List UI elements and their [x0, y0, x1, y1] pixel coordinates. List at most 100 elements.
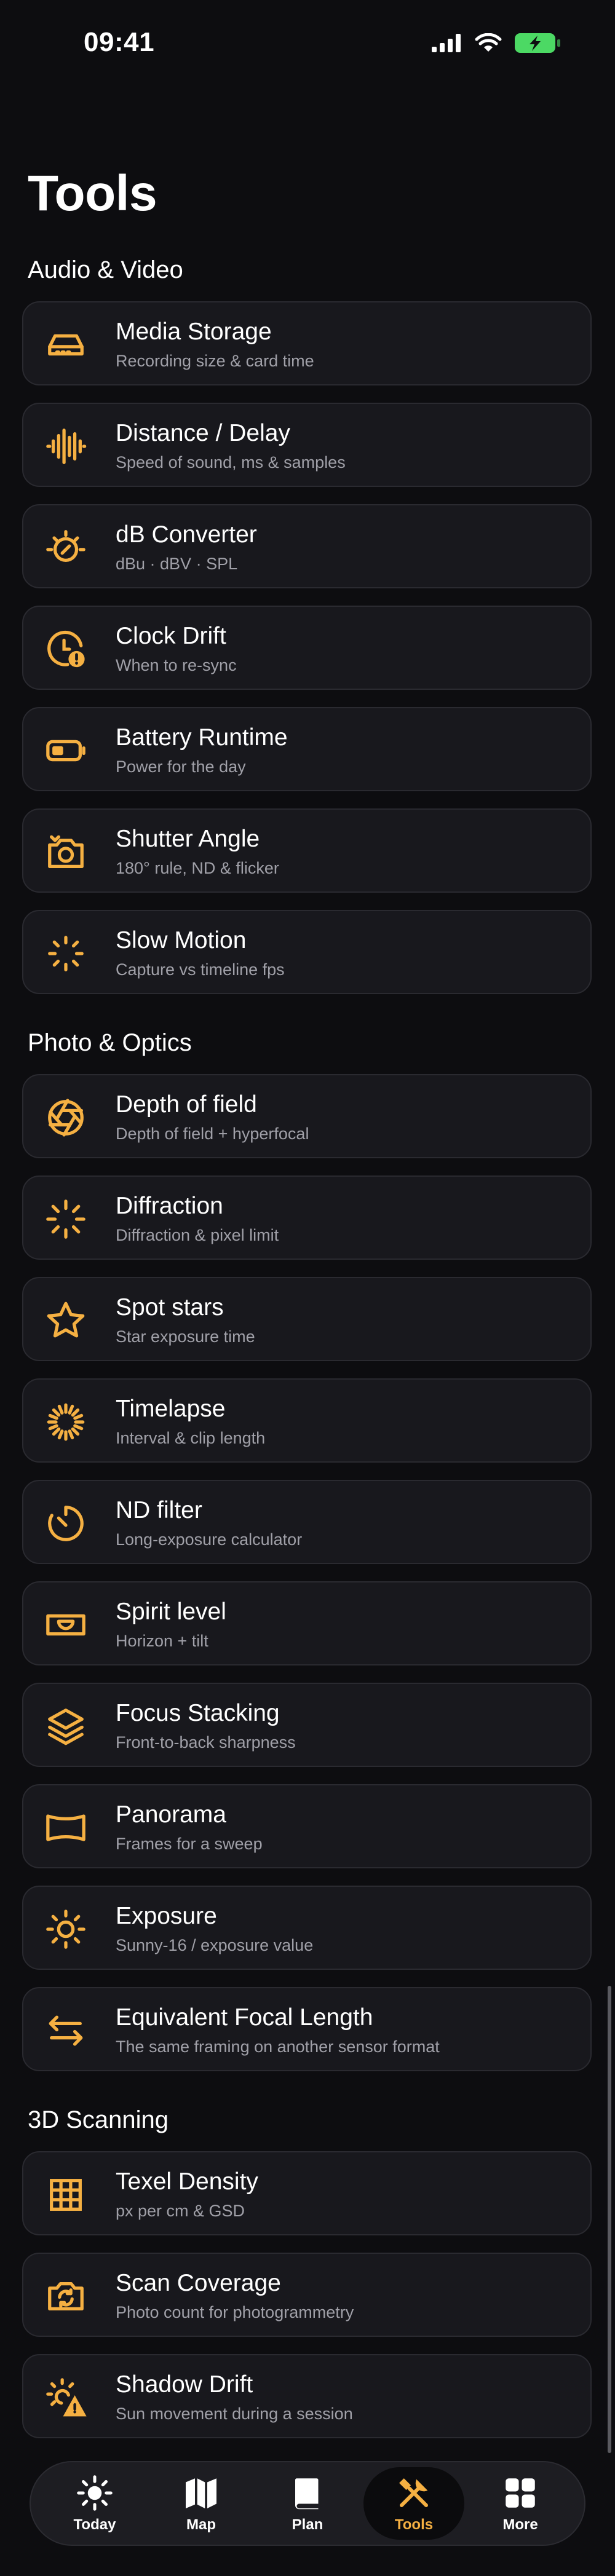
item-title: Diffraction [116, 1193, 223, 1219]
item-subtitle: 180° rule, ND & flicker [116, 859, 279, 877]
item-title: Battery Runtime [116, 724, 288, 751]
battery-charging-icon [514, 32, 561, 57]
diffraction-rays-icon [44, 1198, 87, 1241]
tab-more[interactable]: More [470, 2467, 571, 2540]
waveform-icon [44, 425, 87, 468]
list-item-scan-coverage[interactable]: Scan Coverage Photo count for photogramm… [22, 2253, 592, 2337]
item-subtitle: When to re-sync [116, 656, 237, 674]
tab-label: Map [186, 2516, 216, 2533]
tab-label: Plan [292, 2516, 323, 2533]
item-title: Spot stars [116, 1294, 224, 1321]
item-title: Focus Stacking [116, 1700, 280, 1726]
timer-icon [44, 1502, 87, 1545]
battery-icon [44, 729, 87, 772]
tab-tools[interactable]: Tools [363, 2467, 464, 2540]
arrows-swap-icon [44, 2009, 87, 2052]
list-item-diffraction[interactable]: Diffraction Diffraction & pixel limit [22, 1175, 592, 1260]
item-subtitle: The same framing on another sensor forma… [116, 2037, 440, 2056]
star-icon [44, 1299, 87, 1342]
list-item-texel-density[interactable]: Texel Density px per cm & GSD [22, 2151, 592, 2235]
book-icon [289, 2475, 326, 2511]
list-item-spot-stars[interactable]: Spot stars Star exposure time [22, 1277, 592, 1361]
section-header-3d-scanning: 3D Scanning [28, 2106, 169, 2133]
aperture-icon [44, 1096, 87, 1139]
tab-today[interactable]: Today [44, 2467, 145, 2540]
item-title: Distance / Delay [116, 420, 290, 446]
clock-alert-icon [44, 628, 87, 671]
list-item-spirit-level[interactable]: Spirit level Horizon + tilt [22, 1581, 592, 1665]
item-title: Shutter Angle [116, 826, 260, 852]
item-title: Scan Coverage [116, 2270, 281, 2296]
list-item-exposure[interactable]: Exposure Sunny-16 / exposure value [22, 1886, 592, 1970]
sun-warning-icon [44, 2376, 87, 2419]
status-bar: 09:41 [0, 0, 615, 92]
gauge-dial-icon [44, 526, 87, 569]
grid-icon [44, 2173, 87, 2216]
tab-bar: Today Map Plan Tools More [30, 2461, 585, 2546]
tab-label: Today [73, 2516, 116, 2533]
item-subtitle: Interval & clip length [116, 1429, 266, 1447]
map-icon [183, 2475, 220, 2511]
layers-icon [44, 1705, 87, 1748]
sun-icon [76, 2475, 113, 2511]
item-subtitle: Speed of sound, ms & samples [116, 453, 346, 472]
list-item-battery-runtime[interactable]: Battery Runtime Power for the day [22, 707, 592, 791]
grid-squares-icon [502, 2475, 539, 2511]
tools-icon [395, 2475, 432, 2511]
tab-plan[interactable]: Plan [257, 2467, 358, 2540]
list-item-depth-of-field[interactable]: Depth of field Depth of field + hyperfoc… [22, 1074, 592, 1158]
status-icons [432, 32, 561, 57]
list-item-db-converter[interactable]: dB Converter dBu · dBV · SPL [22, 504, 592, 588]
tab-label: More [502, 2516, 538, 2533]
tab-label: Tools [394, 2516, 434, 2533]
tab-map[interactable]: Map [151, 2467, 252, 2540]
list-item-slow-motion[interactable]: Slow Motion Capture vs timeline fps [22, 910, 592, 994]
list-item-nd-filter[interactable]: ND filter Long-exposure calculator [22, 1480, 592, 1564]
item-subtitle: Capture vs timeline fps [116, 960, 285, 979]
item-title: Spirit level [116, 1598, 226, 1625]
list-item-focus-stacking[interactable]: Focus Stacking Front-to-back sharpness [22, 1683, 592, 1767]
item-title: dB Converter [116, 521, 257, 548]
list-item-distance-delay[interactable]: Distance / Delay Speed of sound, ms & sa… [22, 403, 592, 487]
item-subtitle: Diffraction & pixel limit [116, 1226, 279, 1244]
storage-drive-icon [44, 323, 87, 366]
list-item-shadow-drift[interactable]: Shadow Drift Sun movement during a sessi… [22, 2354, 592, 2438]
item-subtitle: Recording size & card time [116, 352, 314, 370]
item-subtitle: Horizon + tilt [116, 1632, 208, 1650]
item-subtitle: Long-exposure calculator [116, 1530, 303, 1549]
list-item-equivalent-focal-length[interactable]: Equivalent Focal Length The same framing… [22, 1987, 592, 2071]
panorama-icon [44, 1806, 87, 1849]
item-title: Depth of field [116, 1091, 257, 1118]
list-item-shutter-angle[interactable]: Shutter Angle 180° rule, ND & flicker [22, 808, 592, 893]
item-subtitle: Depth of field + hyperfocal [116, 1124, 309, 1143]
item-subtitle: Sunny-16 / exposure value [116, 1936, 314, 1954]
item-subtitle: Sun movement during a session [116, 2404, 353, 2423]
item-subtitle: dBu · dBV · SPL [116, 555, 238, 573]
list-item-clock-drift[interactable]: Clock Drift When to re-sync [22, 606, 592, 690]
item-title: Timelapse [116, 1396, 226, 1422]
item-subtitle: Photo count for photogrammetry [116, 2303, 354, 2321]
item-title: Shadow Drift [116, 2371, 253, 2398]
scroll-indicator[interactable] [608, 1986, 611, 2453]
item-title: ND filter [116, 1497, 202, 1523]
section-header-photo-optics: Photo & Optics [28, 1029, 192, 1056]
slow-motion-icon [44, 932, 87, 975]
section-header-audio-video: Audio & Video [28, 256, 183, 283]
item-subtitle: px per cm & GSD [116, 2202, 245, 2220]
item-subtitle: Power for the day [116, 757, 246, 776]
cellular-signal-icon [432, 33, 462, 55]
list-item-panorama[interactable]: Panorama Frames for a sweep [22, 1784, 592, 1868]
list-item-media-storage[interactable]: Media Storage Recording size & card time [22, 301, 592, 385]
wifi-icon [475, 33, 502, 56]
sun-icon [44, 1908, 87, 1951]
item-subtitle: Front-to-back sharpness [116, 1733, 296, 1752]
page-title: Tools [28, 165, 157, 221]
status-time: 09:41 [84, 27, 155, 57]
list-item-timelapse[interactable]: Timelapse Interval & clip length [22, 1378, 592, 1463]
item-title: Media Storage [116, 318, 272, 345]
item-title: Equivalent Focal Length [116, 2004, 373, 2031]
item-title: Exposure [116, 1903, 217, 1929]
item-subtitle: Frames for a sweep [116, 1835, 263, 1853]
camera-rotate-icon [44, 2275, 87, 2318]
level-icon [44, 1603, 87, 1646]
